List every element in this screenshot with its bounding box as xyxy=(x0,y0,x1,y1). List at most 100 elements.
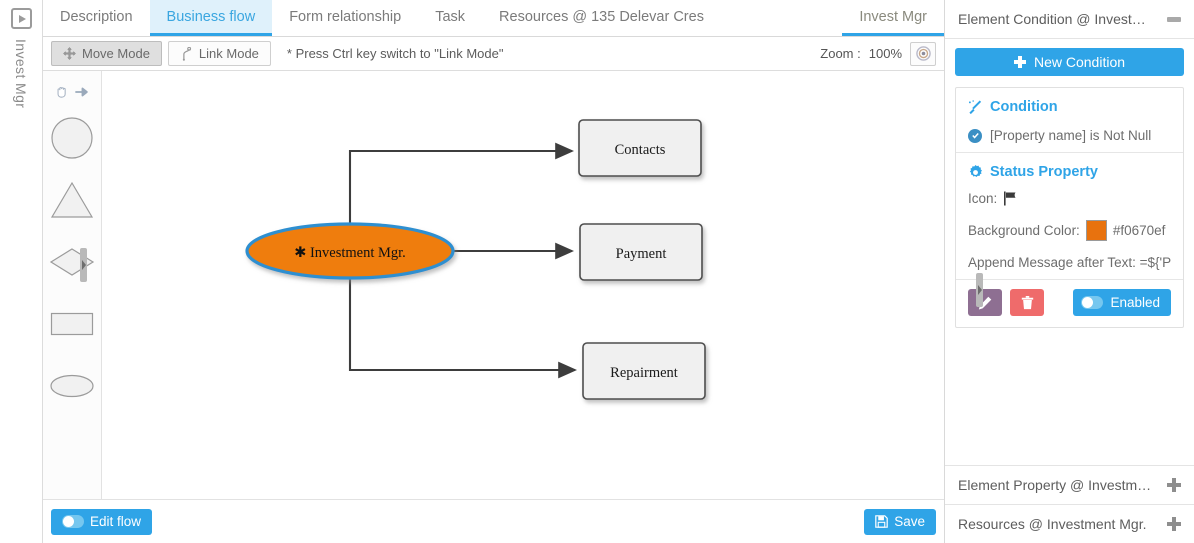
target-icon[interactable] xyxy=(910,41,936,66)
element-condition-title: Element Condition @ Invest… xyxy=(958,11,1146,27)
edit-flow-label: Edit flow xyxy=(90,514,142,529)
diamond-shape[interactable] xyxy=(46,231,98,293)
left-rail: Invest Mgr xyxy=(0,0,43,543)
condition-title: Condition xyxy=(990,99,1058,115)
bottom-action-bar: Edit flow Save xyxy=(43,499,944,543)
condition-heading: Condition xyxy=(968,99,1171,115)
condition-expression-text: [Property name] is Not Null xyxy=(990,128,1152,143)
background-color-value: #f0670ef xyxy=(1112,223,1166,238)
background-color-row: Background Color: #f0670ef xyxy=(968,220,1171,241)
status-property-heading: Status Property xyxy=(968,164,1171,180)
tab-task[interactable]: Task xyxy=(418,0,482,36)
element-condition-body: New Condition Condition [Property name] … xyxy=(945,39,1194,465)
edit-flow-button[interactable]: Edit flow xyxy=(51,508,153,535)
node-payment[interactable]: Payment xyxy=(579,223,703,281)
node-contacts[interactable]: Contacts xyxy=(578,119,702,177)
zoom-controls: Zoom : 100% xyxy=(820,41,944,66)
link-icon xyxy=(182,46,192,61)
properties-panel: Element Condition @ Invest… New Conditio… xyxy=(944,0,1194,543)
resources-title: Resources @ Investment Mgr. xyxy=(958,516,1147,532)
left-panel-collapse-handle[interactable] xyxy=(80,248,87,282)
element-property-header[interactable]: Element Property @ Investm… xyxy=(945,465,1194,504)
link-mode-button[interactable]: Link Mode xyxy=(167,41,271,66)
new-condition-label: New Condition xyxy=(1033,54,1126,70)
append-message-label: Append Message after Text: =${'P xyxy=(968,255,1172,270)
editor-toolbar: Move Mode Link Mode * Press Ctrl key swi… xyxy=(43,37,944,71)
flag-icon xyxy=(1004,191,1016,206)
save-label: Save xyxy=(894,514,925,529)
magic-wand-icon xyxy=(968,99,982,114)
plus-icon[interactable] xyxy=(1167,478,1181,492)
editor-body: Contacts Payment Repairment ✱ Investment… xyxy=(43,71,944,499)
floppy-disk-icon xyxy=(875,515,889,528)
zoom-label: Zoom : xyxy=(820,46,861,61)
tab-resources[interactable]: Resources @ 135 Delevar Cres xyxy=(482,0,721,36)
ellipse-icon xyxy=(50,374,94,398)
rectangle-icon xyxy=(50,312,94,336)
delete-condition-button[interactable] xyxy=(1010,289,1044,316)
move-icon xyxy=(63,47,76,60)
move-mode-label: Move Mode xyxy=(82,46,150,61)
zoom-value: 100% xyxy=(868,46,902,61)
triangle-shape[interactable] xyxy=(46,169,98,231)
triangle-icon xyxy=(50,181,94,218)
background-color-label: Background Color: xyxy=(968,223,1080,238)
save-button[interactable]: Save xyxy=(864,508,936,535)
tab-form-relationship[interactable]: Form relationship xyxy=(272,0,418,36)
circle-icon xyxy=(51,117,93,159)
flow-canvas[interactable]: Contacts Payment Repairment ✱ Investment… xyxy=(102,71,944,499)
plus-icon xyxy=(1013,56,1026,68)
append-message-row: Append Message after Text: =${'P xyxy=(968,255,1171,270)
enabled-label: Enabled xyxy=(1110,295,1160,310)
circle-shape[interactable] xyxy=(46,107,98,169)
node-repairment[interactable]: Repairment xyxy=(582,342,706,400)
minimize-icon[interactable] xyxy=(1167,16,1181,22)
rail-label: Invest Mgr xyxy=(13,39,29,109)
app-root: Invest Mgr Description Business flow For… xyxy=(0,0,1194,543)
check-circle-icon xyxy=(968,128,982,143)
flow-diagram: Contacts Payment Repairment ✱ Investment… xyxy=(245,119,706,400)
right-panel-collapse-handle[interactable] xyxy=(976,273,983,307)
shape-palette xyxy=(43,71,102,499)
main-column: Description Business flow Form relations… xyxy=(43,0,983,543)
rectangle-shape[interactable] xyxy=(46,293,98,355)
target-icon-glyph xyxy=(915,46,931,61)
plus-icon[interactable] xyxy=(1167,517,1181,531)
condition-block: Condition [Property name] is Not Null xyxy=(956,88,1183,152)
condition-expression[interactable]: [Property name] is Not Null xyxy=(968,128,1171,143)
tab-description[interactable]: Description xyxy=(43,0,150,36)
link-mode-label: Link Mode xyxy=(198,46,259,61)
svg-text:Payment: Payment xyxy=(616,246,667,262)
trash-icon xyxy=(1021,295,1033,309)
diamond-icon xyxy=(49,248,95,276)
mode-hint: * Press Ctrl key switch to "Link Mode" xyxy=(286,46,504,61)
arrow-right-icon[interactable] xyxy=(74,84,90,100)
enabled-toggle-button[interactable]: Enabled xyxy=(1073,289,1171,316)
status-property-title: Status Property xyxy=(990,164,1098,180)
icon-row: Icon: xyxy=(968,191,1171,206)
svg-text:Repairment: Repairment xyxy=(610,365,678,381)
tab-invest-mgr[interactable]: Invest Mgr xyxy=(842,0,944,36)
icon-label: Icon: xyxy=(968,191,998,206)
svg-text:✱ Investment Mgr.: ✱ Investment Mgr. xyxy=(294,245,406,261)
resources-header[interactable]: Resources @ Investment Mgr. xyxy=(945,504,1194,543)
play-square-icon[interactable] xyxy=(10,8,32,29)
new-condition-button[interactable]: New Condition xyxy=(955,48,1184,76)
toggle-icon xyxy=(62,515,84,528)
toggle-pill-icon xyxy=(1081,296,1104,309)
edit-condition-button[interactable] xyxy=(968,289,1002,316)
move-mode-button[interactable]: Move Mode xyxy=(51,41,162,66)
card-actions: Enabled xyxy=(956,279,1183,327)
panel-footer-sections: Element Property @ Investm… Resources @ … xyxy=(945,465,1194,543)
status-property-block: Status Property Icon: Background Color: … xyxy=(956,153,1183,279)
element-condition-header[interactable]: Element Condition @ Invest… xyxy=(945,0,1194,39)
hand-icon[interactable] xyxy=(54,84,71,100)
ellipse-shape[interactable] xyxy=(46,355,98,417)
svg-text:Contacts: Contacts xyxy=(615,142,666,158)
color-swatch[interactable] xyxy=(1085,220,1107,241)
palette-tools-row xyxy=(46,77,98,107)
tab-strip: Description Business flow Form relations… xyxy=(43,0,944,37)
node-investment-mgr[interactable]: ✱ Investment Mgr. xyxy=(245,222,455,280)
gear-icon xyxy=(969,164,982,177)
tab-business-flow[interactable]: Business flow xyxy=(149,0,273,36)
